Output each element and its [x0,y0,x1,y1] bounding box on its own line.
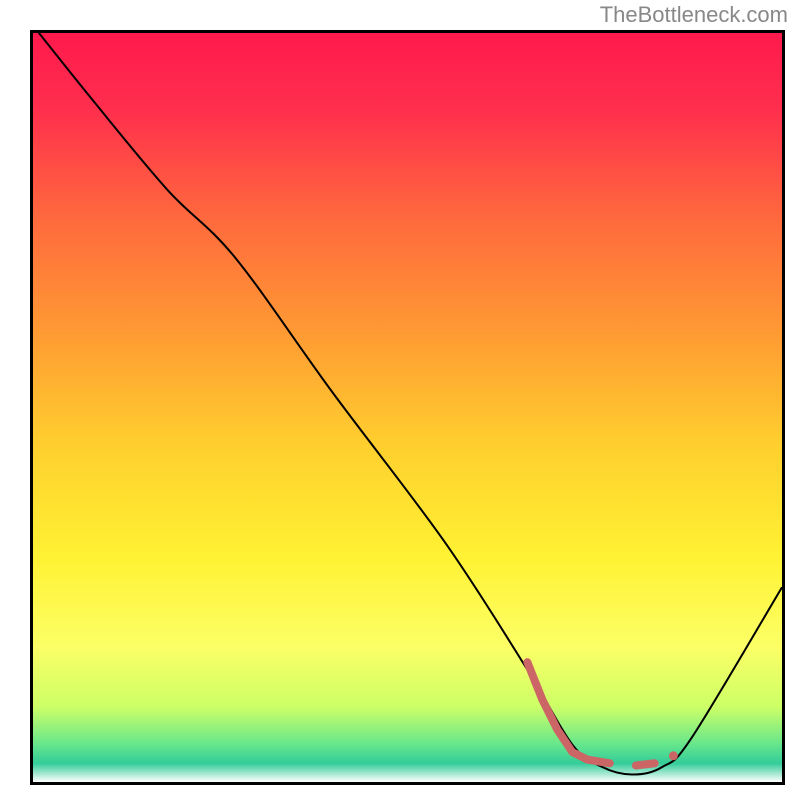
optimal-range-marker [527,662,678,765]
watermark-label: TheBottleneck.com [600,2,788,28]
curve-layer [33,33,782,782]
plot-area [30,30,785,785]
chart-container: TheBottleneck.com [0,0,800,800]
bottleneck-curve [33,33,782,775]
